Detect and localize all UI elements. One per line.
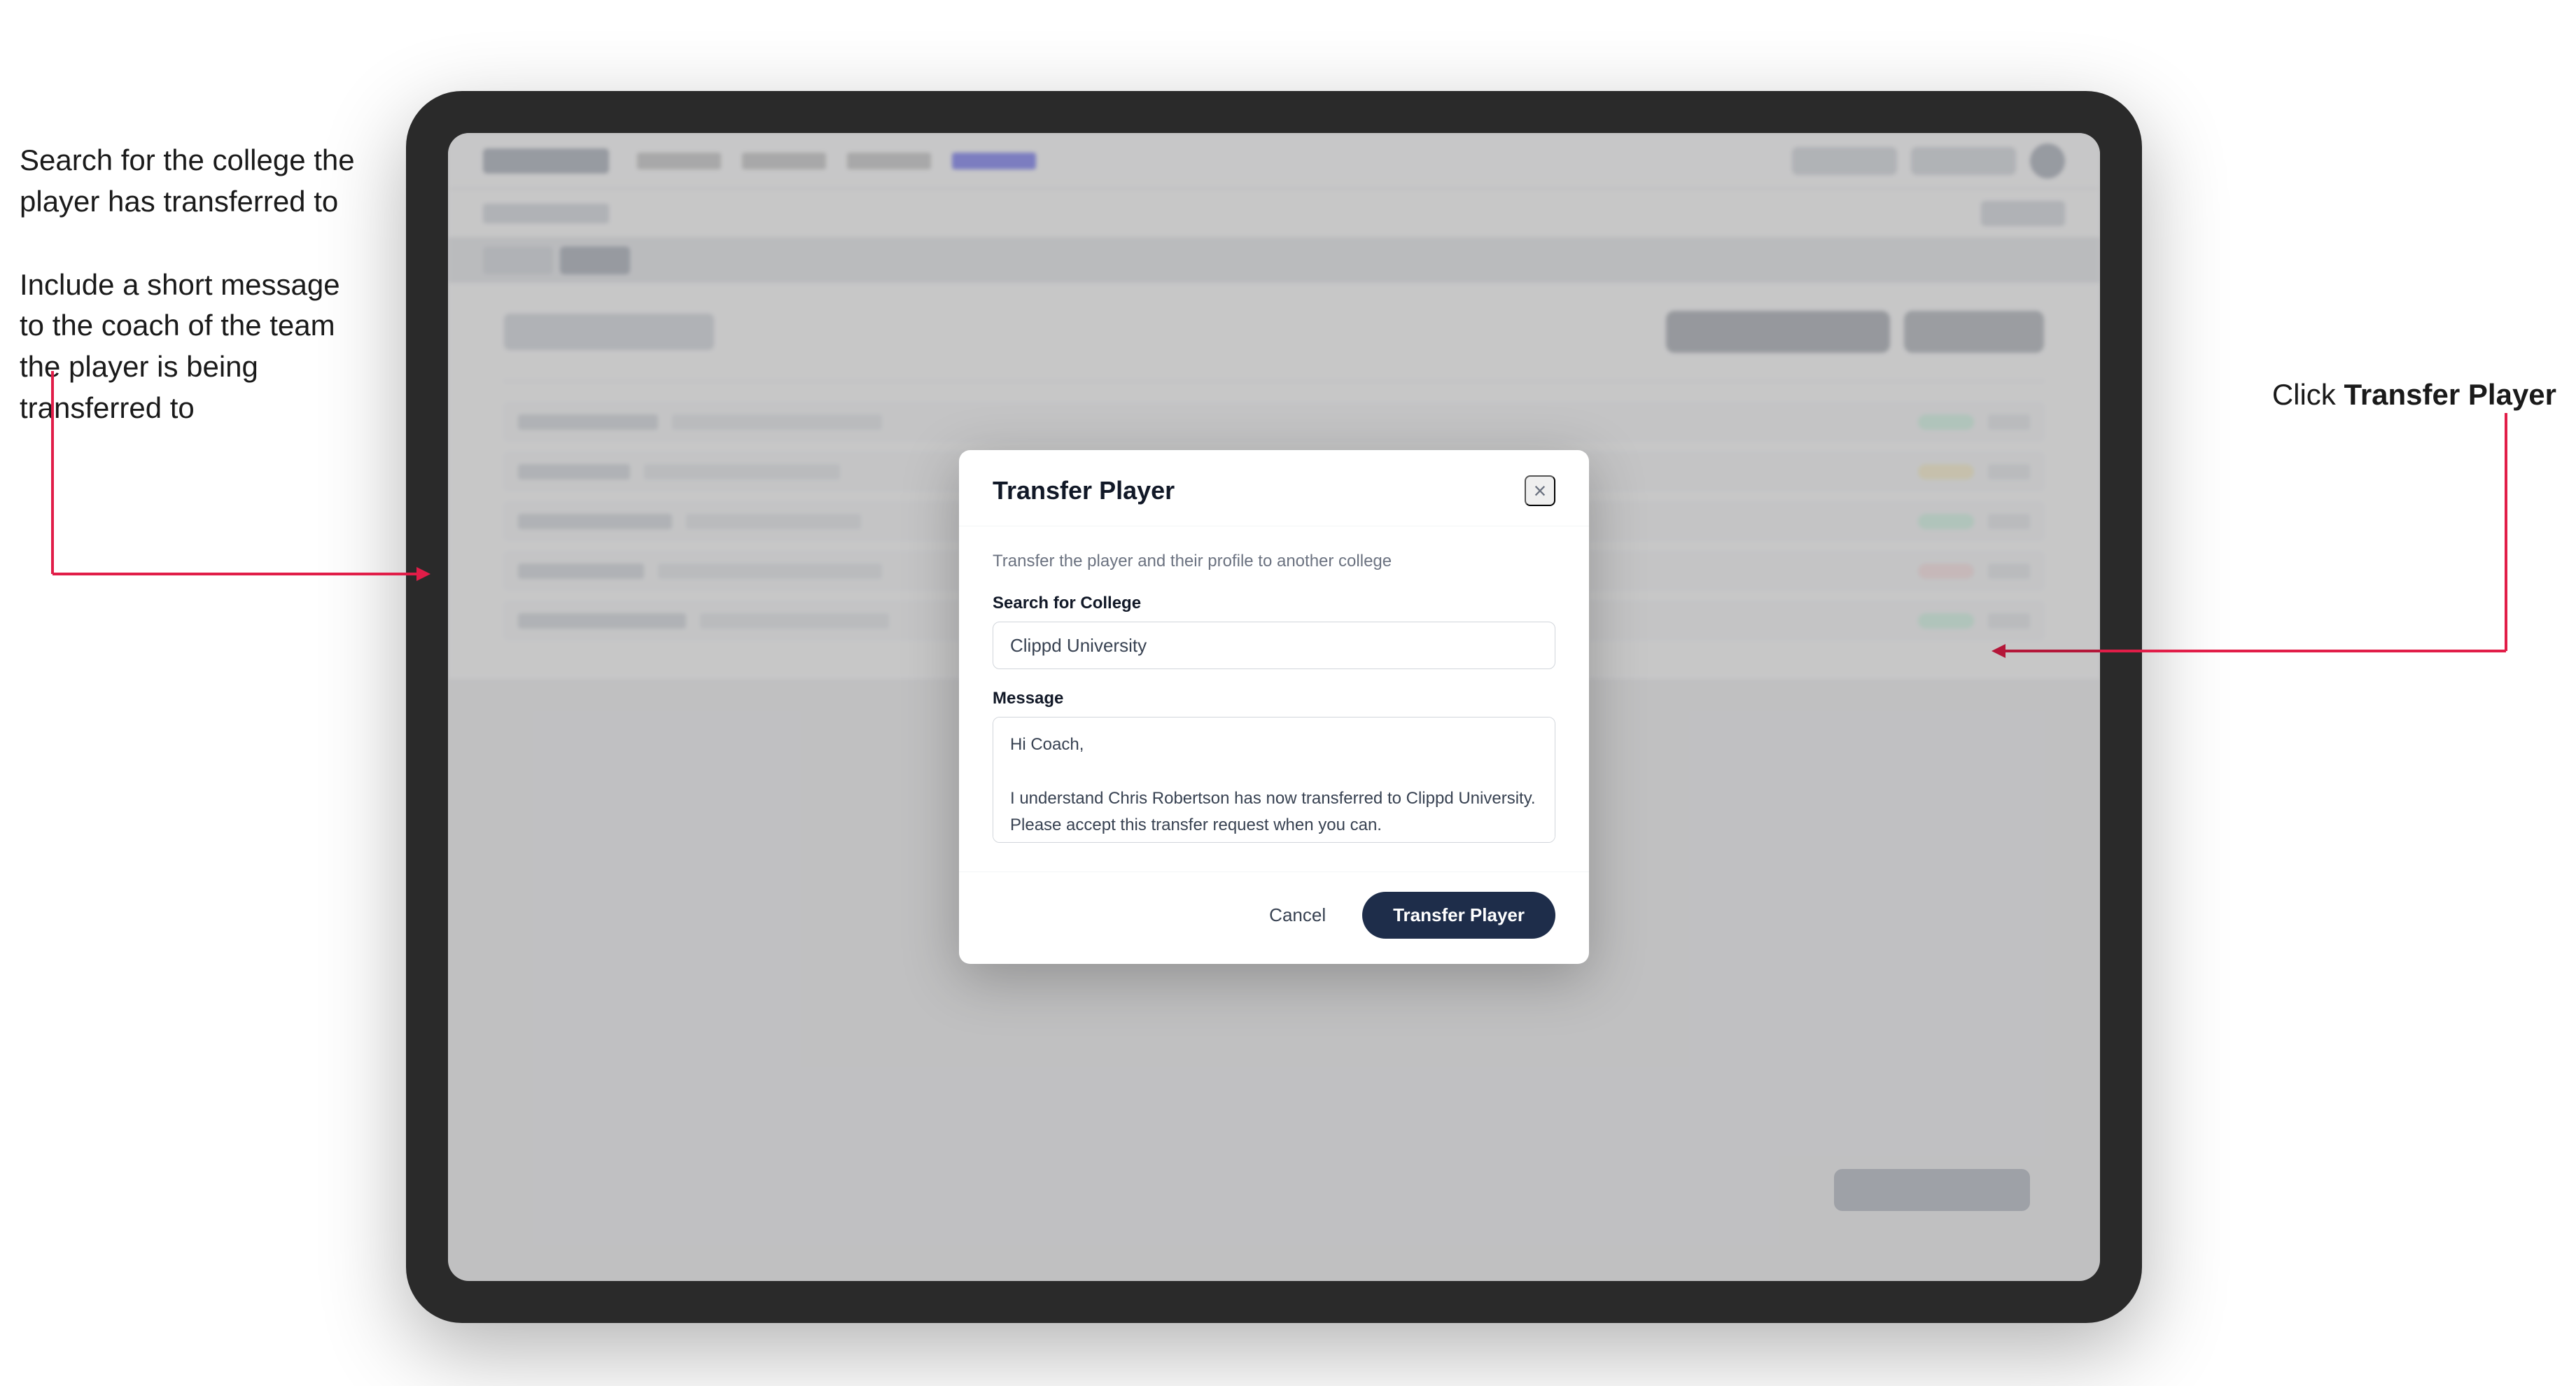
annotation-left: Search for the college the player has tr… [20, 140, 370, 471]
search-college-input[interactable] [993, 622, 1555, 669]
modal-footer: Cancel Transfer Player [959, 872, 1589, 964]
annotation-search: Search for the college the player has tr… [20, 140, 370, 223]
modal-subtitle: Transfer the player and their profile to… [993, 552, 1555, 571]
search-label: Search for College [993, 594, 1555, 613]
transfer-player-modal: Transfer Player × Transfer the player an… [959, 450, 1589, 964]
tablet-screen: Transfer Player × Transfer the player an… [448, 133, 2100, 1281]
tablet-frame: Transfer Player × Transfer the player an… [406, 91, 2142, 1323]
modal-close-button[interactable]: × [1525, 475, 1555, 506]
annotation-message: Include a short message to the coach of … [20, 265, 370, 429]
cancel-button[interactable]: Cancel [1250, 895, 1345, 936]
modal-overlay: Transfer Player × Transfer the player an… [448, 133, 2100, 1281]
modal-header: Transfer Player × [959, 450, 1589, 526]
modal-title: Transfer Player [993, 476, 1175, 505]
message-textarea[interactable]: Hi Coach, I understand Chris Robertson h… [993, 717, 1555, 843]
transfer-player-button[interactable]: Transfer Player [1362, 892, 1555, 939]
annotation-right: Click Transfer Player [2272, 378, 2556, 412]
modal-body: Transfer the player and their profile to… [959, 526, 1589, 872]
message-label: Message [993, 689, 1555, 708]
